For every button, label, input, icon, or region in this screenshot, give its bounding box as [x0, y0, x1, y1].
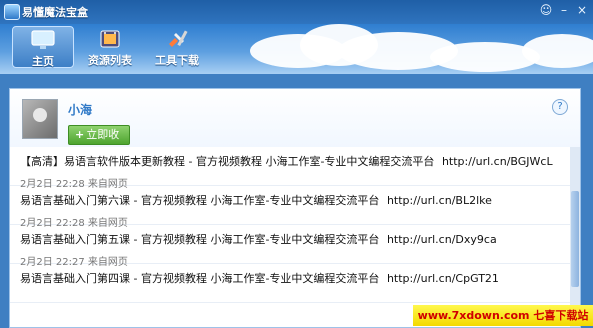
main-panel: 小海 + 立即收听 ? 【高清】易语言软件版本更新教程 - 官方视频教程 小海工作…: [9, 88, 581, 328]
feed-link[interactable]: http://url.cn/Dxy9ca: [387, 233, 497, 246]
feed-text: 【高清】易语言软件版本更新教程 - 官方视频教程 小海工作室-专业中文编程交流平…: [20, 155, 435, 168]
nav-home-label: 主页: [32, 55, 54, 68]
close-button[interactable]: ×: [575, 3, 589, 17]
username: 小海: [68, 103, 93, 117]
nav-resource-list[interactable]: 资源列表: [84, 26, 136, 67]
nav-home[interactable]: 主页: [12, 26, 74, 68]
feed-text: 易语言基础入门第六课 - 官方视频教程 小海工作室-专业中文编程交流平台: [20, 194, 380, 207]
watermark-banner: www.7xdown.com 七喜下载站: [413, 305, 593, 326]
minimize-button[interactable]: –: [557, 3, 571, 17]
feed-text: 易语言基础入门第五课 - 官方视频教程 小海工作室-专业中文编程交流平台: [20, 233, 380, 246]
feedback-icon[interactable]: ☺: [539, 3, 553, 17]
film-icon: [100, 30, 120, 48]
app-title: 易懂魔法宝盒: [22, 6, 88, 19]
avatar: [22, 99, 58, 139]
tools-icon: [169, 30, 188, 47]
header-banner: 主页 资源列表 工具下载: [0, 24, 593, 74]
feed-text: 易语言基础入门第四课 - 官方视频教程 小海工作室-专业中文编程交流平台: [20, 272, 380, 285]
feed-item: 【高清】易语言软件版本更新教程 - 官方视频教程 小海工作室-专业中文编程交流平…: [10, 147, 570, 190]
feed-link[interactable]: http://url.cn/BGJWcL: [442, 155, 553, 168]
title-bar: 易懂魔法宝盒 ☺ – ×: [0, 0, 593, 24]
nav-tool-download[interactable]: 工具下载: [151, 26, 203, 67]
scrollbar-thumb[interactable]: [571, 191, 579, 287]
feed-item: 易语言基础入门第四课 - 官方视频教程 小海工作室-专业中文编程交流平台 htt…: [10, 264, 570, 303]
feed-item: 易语言基础入门第五课 - 官方视频教程 小海工作室-专业中文编程交流平台 htt…: [10, 225, 570, 268]
feed-item: 易语言基础入门第六课 - 官方视频教程 小海工作室-专业中文编程交流平台 htt…: [10, 186, 570, 229]
plus-icon: +: [75, 128, 85, 141]
feed-list: 【高清】易语言软件版本更新教程 - 官方视频教程 小海工作室-专业中文编程交流平…: [10, 147, 570, 327]
feed-link[interactable]: http://url.cn/BL2lke: [387, 194, 492, 207]
profile-section: 小海 + 立即收听 ?: [10, 89, 580, 159]
app-logo-icon: [4, 4, 20, 20]
nav-tool-download-label: 工具下载: [155, 54, 199, 67]
monitor-icon: [31, 30, 55, 49]
help-icon[interactable]: ?: [552, 99, 568, 115]
nav-resource-list-label: 资源列表: [88, 54, 132, 67]
feed-scrollbar[interactable]: [570, 147, 580, 327]
feed-item-text: 【高清】易语言软件版本更新教程 - 官方视频教程 小海工作室-专业中文编程交流平…: [20, 147, 564, 169]
feed-link[interactable]: http://url.cn/CpGT21: [387, 272, 499, 285]
listen-button[interactable]: + 立即收听: [68, 125, 130, 159]
